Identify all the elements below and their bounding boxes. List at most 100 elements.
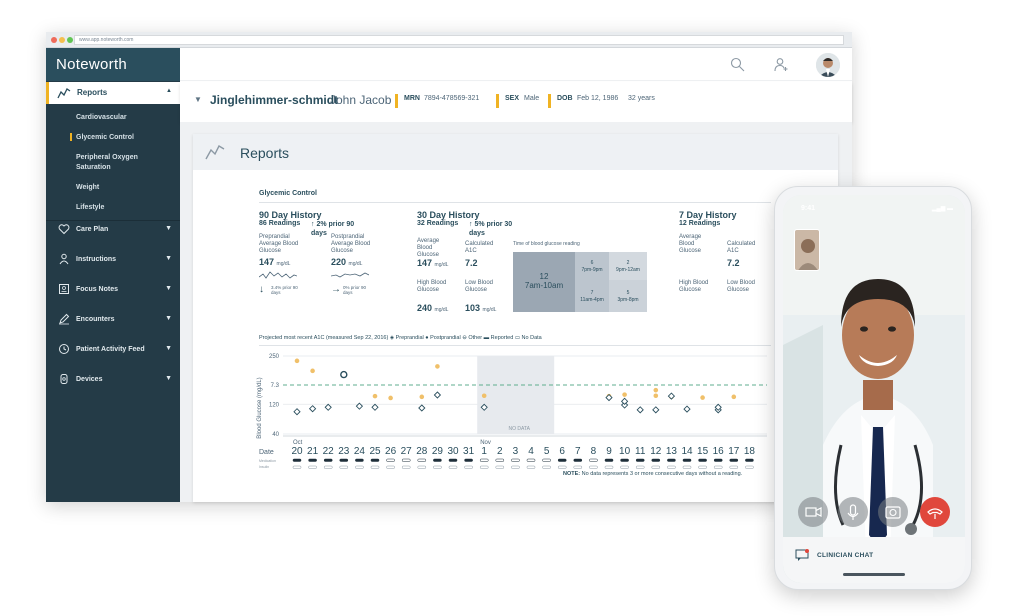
chevron-down-icon: ▼	[165, 345, 172, 352]
medication-marker	[417, 458, 427, 462]
history30-title: 30 Day History	[417, 210, 480, 220]
history30-high-value: 240 mg/dL	[417, 303, 448, 313]
avatar[interactable]	[816, 53, 840, 77]
postprandial-point	[310, 368, 315, 374]
medication-marker	[323, 458, 333, 462]
insulin-marker	[667, 465, 676, 469]
medication-marker	[542, 458, 551, 462]
sidebar-item-focus-notes[interactable]: Focus Notes ▼	[46, 276, 180, 306]
history7-readings: 12 Readings	[679, 220, 721, 227]
sidebar-sub-weight[interactable]: Weight	[76, 183, 99, 193]
row-label-insulin: Insulin	[259, 465, 269, 469]
sidebar-sub-cardiovascular[interactable]: Cardiovascular	[76, 113, 127, 123]
tob-count: 7	[590, 290, 594, 296]
history7-avg-label: Average Blood Glucose	[679, 234, 702, 254]
close-window-dot[interactable]	[51, 37, 57, 43]
history90-readings: 86 Readings	[259, 220, 301, 227]
sidebar-item-encounters[interactable]: Encounters ▼	[46, 306, 180, 336]
postprandial-point	[435, 364, 440, 369]
tob-block-3pm-8pm: 5 3pm-8pm	[609, 280, 647, 312]
history30-change: ↑ 5% prior 30 days	[469, 221, 513, 237]
medication-marker	[635, 458, 645, 462]
pen-icon	[59, 313, 70, 325]
preprandial-point	[667, 392, 676, 400]
tob-block-11am-4pm: 7 11am-4pm	[575, 280, 609, 312]
sidebar-item-devices[interactable]: Devices ▼	[46, 366, 180, 396]
date-label: 16	[713, 446, 725, 457]
end-call-button[interactable]	[920, 497, 950, 527]
heart-icon	[58, 224, 70, 235]
self-view-thumbnail[interactable]	[794, 229, 820, 271]
maximize-window-dot[interactable]	[67, 37, 73, 43]
preprandial-point	[620, 397, 629, 405]
preprandial-point	[308, 405, 317, 413]
y-tick-label: 40	[272, 432, 279, 438]
date-label: 15	[697, 446, 709, 457]
unit: mg/dL	[434, 307, 449, 313]
date-label: 14	[681, 446, 693, 457]
video-camera-icon	[805, 507, 822, 517]
address-bar[interactable]: www.app.noteworth.com	[74, 35, 844, 45]
sidebar-sub-lifestyle[interactable]: Lifestyle	[76, 203, 104, 213]
insulin-marker	[573, 465, 583, 469]
pre-trend-icon: ↓	[259, 284, 264, 295]
minimize-window-dot[interactable]	[59, 37, 65, 43]
history30-a1c-value: 7.2	[465, 258, 478, 268]
mrn-label: MRN	[404, 95, 420, 102]
insulin-marker	[355, 465, 364, 469]
sidebar-sub-glycemic[interactable]: Glycemic Control	[76, 133, 134, 143]
insulin-marker	[292, 465, 302, 469]
history30-avg-label: Average Blood Glucose	[417, 238, 440, 258]
insulin-marker	[542, 465, 551, 469]
person-icon	[59, 253, 69, 265]
insulin-marker	[464, 465, 473, 469]
card-header: Reports	[193, 134, 838, 170]
separator	[395, 94, 398, 108]
pre-trend-note: 3.4% prior 90 days	[271, 285, 298, 295]
sidebar-item-care-plan[interactable]: Care Plan ▼	[46, 216, 180, 246]
chart-legend: Projected most recent A1C (measured Sep …	[259, 335, 542, 341]
tob-range: 9pm-12am	[616, 267, 640, 273]
history30-a1c-label: Calculated A1C	[465, 241, 494, 254]
medication-marker	[292, 458, 302, 462]
device-icon	[60, 374, 68, 384]
unit: mg/dL	[482, 307, 497, 313]
chat-icon	[795, 549, 809, 561]
sidebar-sub-oxygen[interactable]: Peripheral Oxygen Saturation	[76, 153, 166, 173]
sidebar-item-patient-activity-feed[interactable]: Patient Activity Feed ▼	[46, 336, 180, 366]
date-label: 21	[307, 446, 319, 457]
value: 220	[331, 257, 347, 267]
tob-block-9pm-12am: 2 9pm-12am	[609, 252, 647, 280]
sex-label: SEX	[505, 95, 520, 102]
sidebar-item-reports[interactable]: Reports ▲	[46, 82, 180, 104]
chevron-down-icon: ▼	[165, 225, 172, 232]
app-header	[180, 48, 852, 81]
history30-high-label: High Blood Glucose	[417, 280, 447, 293]
postprandial-point	[419, 394, 425, 400]
insulin-marker	[557, 465, 567, 469]
legend-divider	[259, 345, 771, 346]
insulin-marker	[713, 465, 723, 469]
postprandial-point	[622, 392, 627, 397]
search-icon[interactable]	[730, 57, 745, 72]
insulin-marker	[417, 465, 427, 469]
y-axis-label: Blood Glucose (mg/dL)	[257, 377, 263, 438]
insulin-marker	[448, 465, 458, 469]
video-toggle-button[interactable]	[798, 497, 828, 527]
chat-bar[interactable]: CLINICIAN CHAT	[783, 537, 965, 583]
mute-button[interactable]	[838, 497, 868, 527]
history30-low-value: 103 mg/dL	[465, 303, 496, 313]
preprandial-point	[371, 403, 379, 411]
sidebar-item-instructions[interactable]: Instructions ▼	[46, 246, 180, 276]
switch-camera-button[interactable]	[878, 497, 908, 527]
add-user-icon[interactable]	[774, 57, 789, 72]
medication-marker	[448, 458, 458, 462]
collapse-caret-icon[interactable]: ▼	[194, 95, 202, 104]
video-call-screen: 9:41 ▂▄▆ ▬ CLINICIAN CHAT	[783, 195, 965, 583]
insulin-marker	[620, 465, 629, 469]
page-title: Reports	[240, 145, 290, 161]
glucose-chart: Blood Glucose (mg/dL)2507.312040NO DATAO…	[257, 354, 767, 469]
history90-post-value: 220 mg/dL	[331, 257, 362, 267]
preprandial-point	[293, 408, 301, 416]
date-label: 23	[338, 446, 350, 457]
